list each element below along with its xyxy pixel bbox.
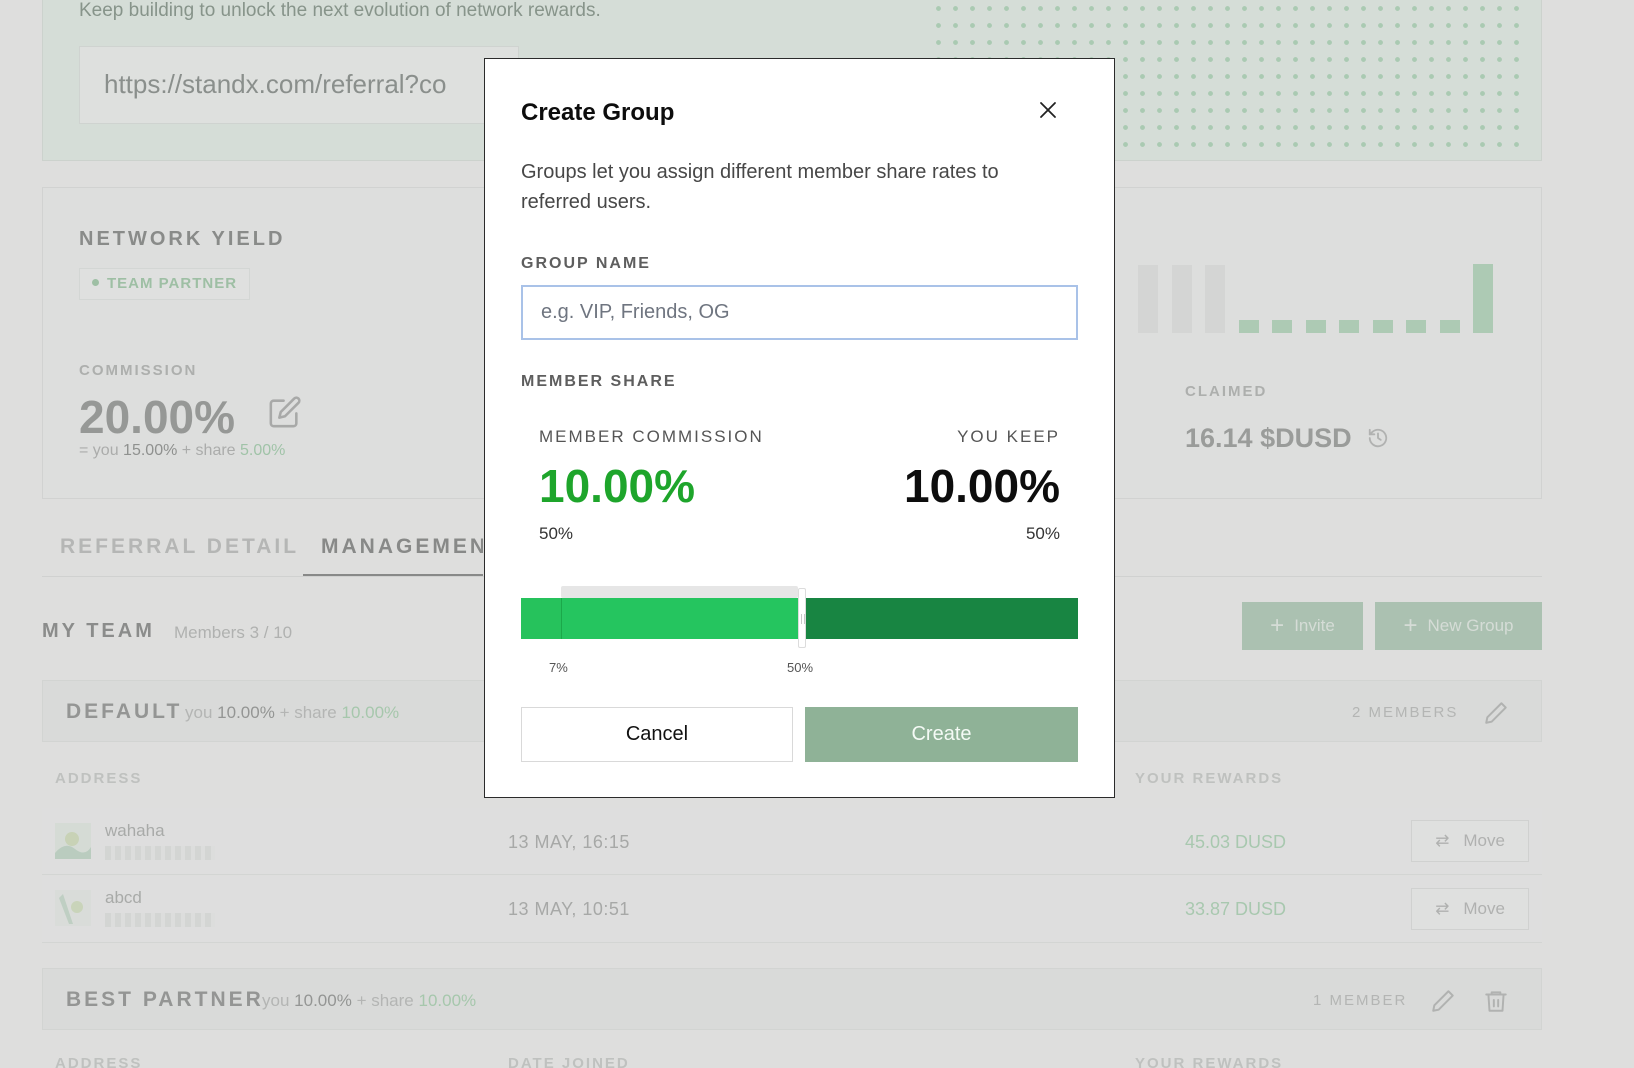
slider-handle[interactable]: [798, 588, 806, 648]
you-keep-label: YOU KEEP: [957, 427, 1060, 446]
slider-keep-segment: [806, 598, 1078, 639]
close-button[interactable]: [1033, 95, 1063, 125]
group-name-label: GROUP NAME: [521, 255, 651, 272]
create-button[interactable]: Create: [805, 707, 1078, 762]
slider-minimum-segment: [521, 598, 561, 639]
modal-title: Create Group: [521, 99, 675, 126]
member-commission-percent: 50%: [539, 524, 574, 543]
modal-description: Groups let you assign different member s…: [521, 161, 999, 213]
close-icon: [1040, 102, 1056, 118]
slider-min-tick: 7%: [549, 660, 568, 675]
group-name-input[interactable]: [521, 285, 1078, 340]
member-share-slider[interactable]: 7% 50%: [521, 586, 1078, 675]
cancel-button[interactable]: Cancel: [521, 707, 793, 762]
you-keep-value: 10.00%: [903, 460, 1060, 512]
slider-range-indicator: [561, 586, 798, 598]
you-keep-percent: 50%: [1025, 524, 1060, 543]
member-commission-label: MEMBER COMMISSION: [539, 427, 764, 446]
member-share-label: MEMBER SHARE: [521, 373, 677, 390]
member-commission-value: 10.00%: [539, 460, 696, 512]
slider-member-segment: [561, 598, 798, 639]
create-group-modal: Create Group Groups let you assign diffe…: [484, 58, 1115, 798]
slider-value-tick: 50%: [787, 660, 814, 675]
